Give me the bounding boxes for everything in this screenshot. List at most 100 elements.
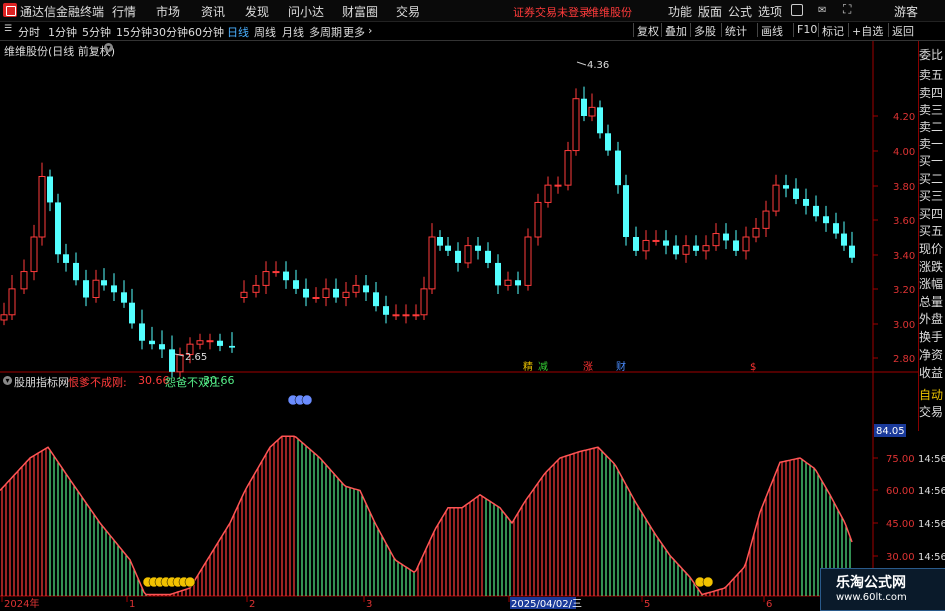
tab-fenshi[interactable]: 分时 [18,24,40,40]
marker-dollar[interactable]: $ [750,362,756,373]
candle-body [813,205,819,217]
fullscreen-icon[interactable]: ⛶ [843,2,851,17]
menu-hangqing[interactable]: 行情 [112,3,136,20]
btn-fuquan[interactable]: 复权 [633,23,662,38]
tab-5min[interactable]: 5分钟 [82,24,111,40]
price-axis: 4.20 4.00 3.80 3.60 3.40 3.20 3.00 2.80 [873,112,915,365]
candle-body [0,314,8,321]
candle-body [841,233,847,246]
candle-body [206,340,214,343]
sidebar-item-11: 现价 [919,242,944,256]
candle-body [262,271,270,286]
side-trade[interactable]: 交易 [919,403,945,420]
menu-xuanxiang[interactable]: 选项 [758,3,782,20]
time-axis-label: 6 [766,599,772,609]
guest-label[interactable]: 游客 [894,3,918,20]
btn-f10[interactable]: F10 [793,23,820,37]
candle-body [673,245,679,255]
candle-body [663,240,669,246]
candle-body [652,239,660,242]
btn-diejia[interactable]: 叠加 [661,23,690,38]
candle-body [623,185,629,238]
tab-weekly[interactable]: 周线 [254,24,276,40]
sidebar-item-18: 收益 [919,366,944,380]
price-tick-label: 4.20 [893,112,915,123]
candle-body [55,202,61,255]
candle-body [333,288,339,298]
indicator-settings-icon[interactable]: ▾ [3,376,12,385]
time-label: 14:56 [918,454,945,465]
stock-name-title: 维维股份 [588,6,632,19]
indicator-line2-value: 30.66 [203,374,235,387]
menu-zixun[interactable]: 资讯 [201,3,225,20]
signal-icons [142,394,714,588]
tab-more[interactable]: 更多 [343,24,365,40]
btn-back[interactable]: 返回 [888,23,917,38]
menu-faxian[interactable]: 发现 [245,3,269,20]
candle-body [564,150,572,186]
marker-zhang[interactable]: 涨 [583,361,593,373]
side-auto[interactable]: 自动 [919,386,945,403]
tab-1min[interactable]: 1分钟 [48,24,77,40]
app-logo-icon [3,3,17,17]
candle-body [597,107,603,134]
menu-banmian[interactable]: 版面 [698,3,722,20]
menu-shichang[interactable]: 市场 [156,3,180,20]
btn-add-watchlist[interactable]: +自选 [848,23,886,38]
btn-biaoji[interactable]: 标记 [818,23,847,38]
marker-jing[interactable]: 精 [523,360,533,373]
marker-jian[interactable]: 减 [538,361,548,373]
candle-body [8,288,16,316]
settings-circle-icon[interactable]: ▾ [104,43,113,52]
tab-15min[interactable]: 15分钟 [116,24,152,40]
btn-tongji[interactable]: 统计 [721,23,750,38]
candle-body [420,288,428,316]
candle-body [515,280,521,286]
window-icon[interactable] [791,4,803,16]
watermark-title: 乐淘公式网 [836,575,906,591]
tab-30min[interactable]: 30分钟 [152,24,188,40]
btn-huaxian[interactable]: 画线 [757,23,786,38]
chart-canvas[interactable]: 4.204.003.803.603.403.203.002.80 75.00 14… [0,41,945,609]
btn-duogu[interactable]: 多股 [690,23,719,38]
menu-wenxiaoda[interactable]: 问小达 [288,3,324,20]
tab-60min[interactable]: 60分钟 [188,24,224,40]
period-toolbar: ☰ 分时 1分钟 5分钟 15分钟 30分钟 60分钟 日线 周线 月线 多周期… [0,22,945,41]
candle-body [373,292,379,307]
broker-notice[interactable]: 证券交易未登录 [513,4,590,20]
candle-body [240,291,248,299]
candle-body [352,284,360,293]
candle-body [495,262,501,286]
candle-body [455,250,461,263]
candle-body [445,245,451,251]
candle-body [428,236,436,290]
candle-body [312,297,320,300]
menu-gongshi[interactable]: 公式 [728,3,752,20]
tab-monthly[interactable]: 月线 [282,24,304,40]
menu-gongneng[interactable]: 功能 [668,3,692,20]
more-chevron-icon[interactable]: › [368,24,372,37]
message-icon[interactable]: ✉ [818,5,826,16]
sidebar-item-4: 卖二 [919,120,944,134]
candle-body [615,150,621,186]
time-axis-label: 2024年 [4,597,39,609]
marker-cai[interactable]: 财 [616,360,626,373]
candle-body [712,233,720,247]
sidebar-item-14: 总量 [919,295,944,309]
tab-multi-period[interactable]: 多周期 [309,24,342,40]
candle-body [20,271,28,290]
time-axis-label: 2025/04/02/三 [511,599,582,609]
tab-daily[interactable]: 日线 [227,24,249,40]
current-value-label: 84.05 [876,426,905,437]
sidebar-item-5: 卖一 [919,137,944,151]
toolbar-menu-icon[interactable]: ☰ [4,24,12,34]
menu-jiaoyi[interactable]: 交易 [396,3,420,20]
time-label: 14:56 [918,552,945,563]
price-tick-label: 4.00 [893,147,915,158]
menu-caifuquan[interactable]: 财富圈 [342,3,378,20]
candle-body [633,237,639,251]
time-axis-label: 1 [129,599,135,609]
candle-body [534,201,542,238]
candlestick-series [0,86,855,378]
sidebar-item-1: 卖五 [919,68,944,82]
